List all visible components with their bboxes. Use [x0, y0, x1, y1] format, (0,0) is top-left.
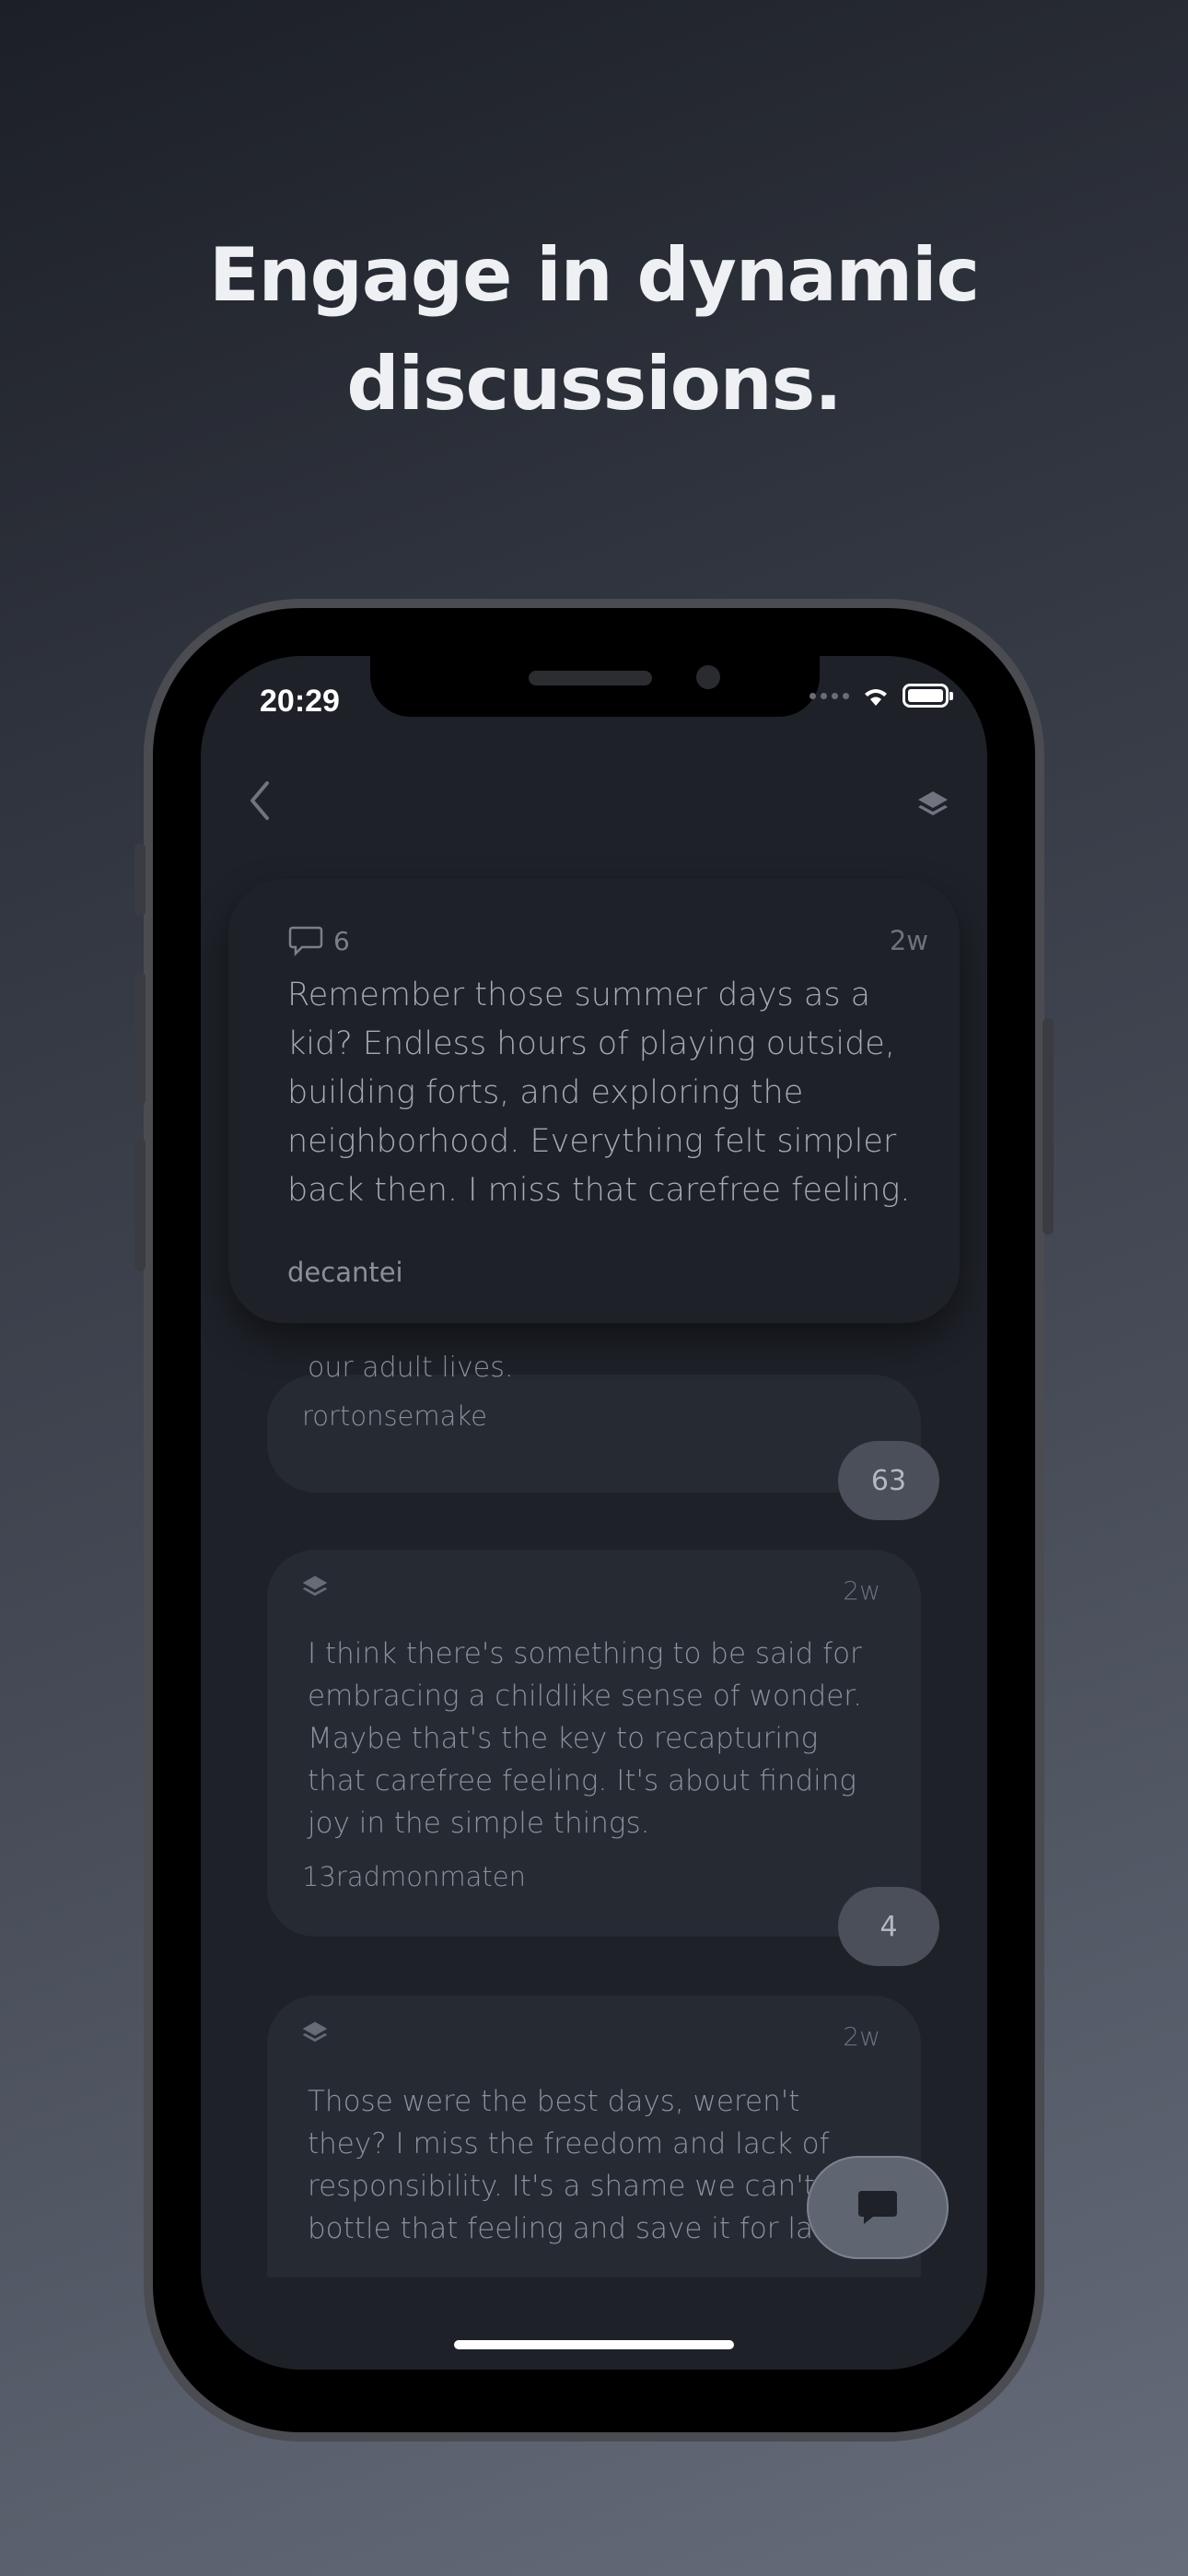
comment-icon [288, 926, 323, 956]
chat-bubble-icon [858, 2191, 897, 2224]
status-icons [809, 684, 953, 708]
new-comment-button[interactable] [807, 2156, 949, 2259]
front-camera [696, 665, 720, 689]
reply-author: rortonsemake [302, 1400, 488, 1432]
comment-count-value: 6 [333, 925, 350, 956]
layers-icon [302, 2021, 328, 2043]
reply-card[interactable]: 2w Those were the best days, weren't the… [267, 1996, 921, 2309]
reply-text: Those were the best days, weren't they? … [308, 2085, 860, 2245]
battery-icon [903, 684, 953, 708]
post-author[interactable]: decantei [287, 1257, 403, 1288]
reply-author[interactable]: 13radmonmaten [302, 1861, 526, 1892]
reply-text: I think there's something to be said for… [308, 1637, 863, 1840]
reply-card[interactable]: 2w I think there's something to be said … [267, 1550, 921, 1937]
headline: Engage in dynamic discussions. [0, 221, 1188, 439]
volume-up-button [134, 972, 146, 1106]
notch [370, 656, 820, 717]
main-post-card[interactable]: 6 2w Remember those summer days as a kid… [228, 879, 960, 1323]
post-time: 2w [889, 925, 928, 956]
post-text: Remember those summer days as a kid? End… [287, 977, 911, 1209]
wifi-icon [865, 689, 887, 706]
layers-icon [302, 1575, 328, 1597]
reply-time: 2w [843, 2021, 880, 2052]
volume-down-button [134, 1138, 146, 1271]
signal-dots [809, 692, 849, 699]
comment-count: 6 [287, 925, 350, 956]
reply-count-badge[interactable]: 63 [838, 1441, 939, 1520]
power-button [1042, 1018, 1054, 1235]
status-time: 20:29 [260, 684, 340, 719]
reply-card[interactable]: our adult lives. rortonsemake [267, 1352, 921, 1493]
reply-text: our adult lives. [308, 1352, 514, 1384]
list-bottom-fade [201, 2277, 987, 2370]
reply-time: 2w [843, 1575, 880, 1606]
chevron-left-icon[interactable] [241, 778, 278, 824]
headline-line-1: Engage in dynamic [208, 232, 980, 318]
home-indicator[interactable] [454, 2340, 734, 2349]
speaker [529, 671, 652, 685]
phone-screen: 20:29 our adult lives. rortonsemake 63 6… [201, 656, 987, 2370]
reply-count-badge[interactable]: 4 [838, 1887, 939, 1966]
headline-line-2: discussions. [346, 341, 842, 427]
layers-icon[interactable] [915, 789, 950, 822]
mute-switch [134, 843, 146, 917]
